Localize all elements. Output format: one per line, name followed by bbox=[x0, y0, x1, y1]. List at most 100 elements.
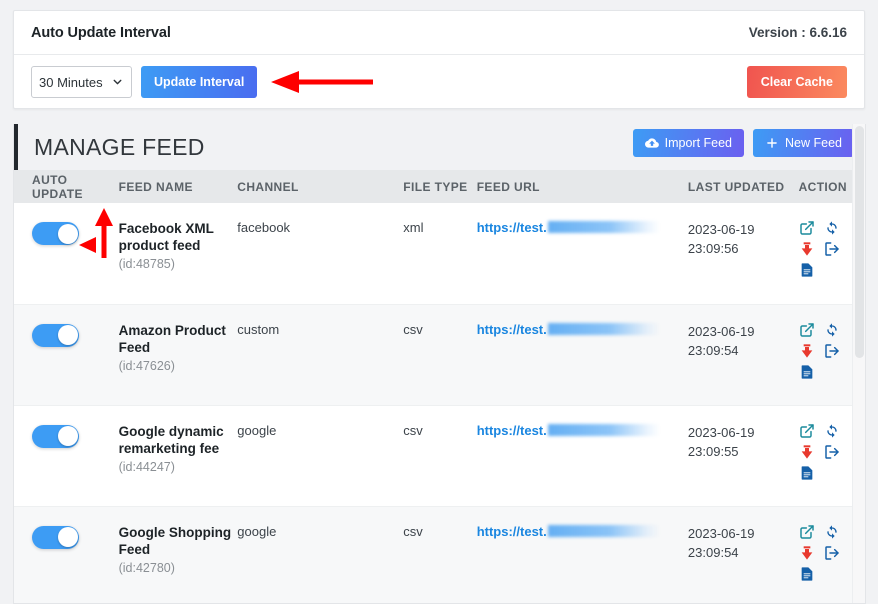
feed-name-label: Amazon Product Feed bbox=[118, 322, 226, 355]
accent-bar bbox=[14, 124, 18, 170]
document-icon[interactable] bbox=[799, 262, 824, 278]
cell-channel: facebook bbox=[237, 203, 404, 305]
cell-last-updated: 2023-06-19 23:09:55 bbox=[687, 405, 799, 507]
refresh-icon[interactable] bbox=[824, 423, 849, 439]
cloud-upload-icon bbox=[644, 136, 659, 150]
external-link-icon[interactable] bbox=[799, 524, 824, 540]
left-arrow-annotation bbox=[267, 66, 375, 103]
cell-file-type: xml bbox=[403, 203, 477, 305]
update-interval-button[interactable]: Update Interval bbox=[141, 66, 258, 98]
feed-name-label: Google dynamic remarketing fee bbox=[118, 423, 224, 456]
external-link-icon[interactable] bbox=[799, 423, 824, 439]
redacted-url-blur bbox=[547, 322, 660, 335]
export-icon[interactable] bbox=[824, 545, 849, 561]
cell-file-type: csv bbox=[403, 304, 477, 406]
plus-icon bbox=[765, 136, 779, 150]
toggle-knob bbox=[57, 223, 78, 244]
table-header-row: AUTO UPDATE FEED NAME CHANNEL FILE TYPE … bbox=[14, 170, 865, 203]
last-updated-time: 23:09:56 bbox=[687, 241, 739, 256]
feed-table: AUTO UPDATE FEED NAME CHANNEL FILE TYPE … bbox=[14, 170, 865, 603]
cell-auto-update bbox=[14, 506, 119, 603]
cell-feed-name: Google dynamic remarketing fee (id:44247… bbox=[118, 405, 238, 507]
col-feed-name: FEED NAME bbox=[118, 170, 238, 203]
last-updated-time: 23:09:55 bbox=[687, 443, 739, 459]
cell-auto-update bbox=[14, 405, 119, 507]
panel-header: Auto Update Interval Version : 6.6.16 bbox=[14, 11, 864, 55]
last-updated-date: 2023-06-19 bbox=[687, 424, 755, 440]
col-feed-url: FEED URL bbox=[476, 170, 688, 203]
download-icon[interactable] bbox=[799, 545, 824, 561]
manage-feed-header: MANAGE FEED Import Feed New Feed bbox=[14, 124, 865, 170]
manage-feed-heading: MANAGE FEED bbox=[34, 133, 205, 160]
auto-update-toggle[interactable] bbox=[32, 525, 79, 549]
col-channel: CHANNEL bbox=[237, 170, 404, 203]
toggle-knob bbox=[57, 426, 78, 446]
cell-feed-url: https://test. bbox=[476, 405, 688, 507]
last-updated-time: 23:09:54 bbox=[687, 342, 739, 358]
feed-table-body: Facebook XML product feed (id:48785) fac… bbox=[14, 203, 865, 603]
cell-auto-update bbox=[14, 203, 119, 305]
version-label: Version : 6.6.16 bbox=[748, 25, 847, 40]
download-icon[interactable] bbox=[799, 343, 824, 359]
download-icon[interactable] bbox=[799, 444, 824, 460]
table-row: Facebook XML product feed (id:48785) fac… bbox=[14, 203, 865, 305]
feed-url-link[interactable]: https://test. bbox=[477, 220, 547, 235]
feed-url-link[interactable]: https://test. bbox=[477, 322, 547, 337]
refresh-icon[interactable] bbox=[824, 220, 849, 236]
scrollbar-thumb[interactable] bbox=[855, 126, 864, 358]
auto-update-toggle[interactable] bbox=[32, 323, 79, 347]
header-buttons: Import Feed New Feed bbox=[632, 129, 854, 157]
redacted-url-blur bbox=[547, 221, 660, 233]
import-feed-label: Import Feed bbox=[664, 136, 733, 150]
new-feed-button[interactable]: New Feed bbox=[753, 129, 854, 157]
document-icon[interactable] bbox=[799, 364, 824, 380]
interval-select-value: 30 Minutes bbox=[39, 74, 103, 90]
download-icon[interactable] bbox=[799, 241, 824, 257]
document-icon[interactable] bbox=[799, 465, 824, 481]
feed-id-label: (id:42780) bbox=[118, 560, 175, 575]
document-icon[interactable] bbox=[799, 566, 824, 582]
cell-feed-url: https://test. bbox=[476, 304, 688, 406]
cell-channel: google bbox=[237, 405, 404, 507]
cell-last-updated: 2023-06-19 23:09:56 bbox=[687, 203, 799, 305]
table-row: Amazon Product Feed (id:47626) custom cs… bbox=[14, 304, 865, 406]
export-icon[interactable] bbox=[824, 343, 849, 359]
channel-label: google bbox=[237, 422, 277, 438]
external-link-icon[interactable] bbox=[799, 220, 824, 236]
refresh-icon[interactable] bbox=[824, 322, 849, 338]
toggle-knob bbox=[57, 325, 78, 345]
col-auto-update: AUTO UPDATE bbox=[14, 170, 119, 203]
feed-name-label: Google Shopping Feed bbox=[118, 524, 232, 557]
import-feed-button[interactable]: Import Feed bbox=[632, 129, 745, 157]
clear-cache-button[interactable]: Clear Cache bbox=[746, 66, 847, 98]
col-last-updated: LAST UPDATED bbox=[687, 170, 799, 203]
vertical-scrollbar[interactable] bbox=[852, 124, 865, 603]
cell-feed-name: Google Shopping Feed (id:42780) bbox=[118, 506, 238, 603]
manage-feed-panel: MANAGE FEED Import Feed New Feed AUTO UP… bbox=[13, 124, 866, 604]
table-row: Google Shopping Feed (id:42780) google c… bbox=[14, 506, 865, 603]
external-link-icon[interactable] bbox=[799, 322, 824, 338]
interval-select[interactable]: 30 Minutes bbox=[31, 66, 132, 98]
cell-feed-url: https://test. bbox=[476, 203, 688, 305]
file-type-label: csv bbox=[403, 523, 423, 539]
chevron-down-icon bbox=[111, 76, 124, 89]
feed-url-link[interactable]: https://test. bbox=[477, 423, 547, 438]
table-row: Google dynamic remarketing fee (id:44247… bbox=[14, 405, 865, 507]
toggle-knob bbox=[57, 527, 78, 547]
auto-update-toggle[interactable] bbox=[32, 424, 79, 448]
refresh-icon[interactable] bbox=[824, 524, 849, 540]
file-type-label: xml bbox=[403, 220, 424, 235]
feed-table-head: AUTO UPDATE FEED NAME CHANNEL FILE TYPE … bbox=[14, 170, 865, 203]
auto-update-interval-panel: Auto Update Interval Version : 6.6.16 30… bbox=[13, 10, 865, 109]
cell-file-type: csv bbox=[403, 405, 477, 507]
feed-id-label: (id:48785) bbox=[118, 257, 175, 271]
export-icon[interactable] bbox=[824, 444, 849, 460]
feed-url-link[interactable]: https://test. bbox=[477, 524, 547, 539]
cell-last-updated: 2023-06-19 23:09:54 bbox=[687, 506, 799, 603]
col-file-type: FILE TYPE bbox=[403, 170, 477, 203]
cell-file-type: csv bbox=[403, 506, 477, 603]
feed-id-label: (id:47626) bbox=[118, 358, 175, 373]
auto-update-toggle[interactable] bbox=[32, 222, 79, 245]
cell-auto-update bbox=[14, 304, 119, 406]
export-icon[interactable] bbox=[824, 241, 849, 257]
